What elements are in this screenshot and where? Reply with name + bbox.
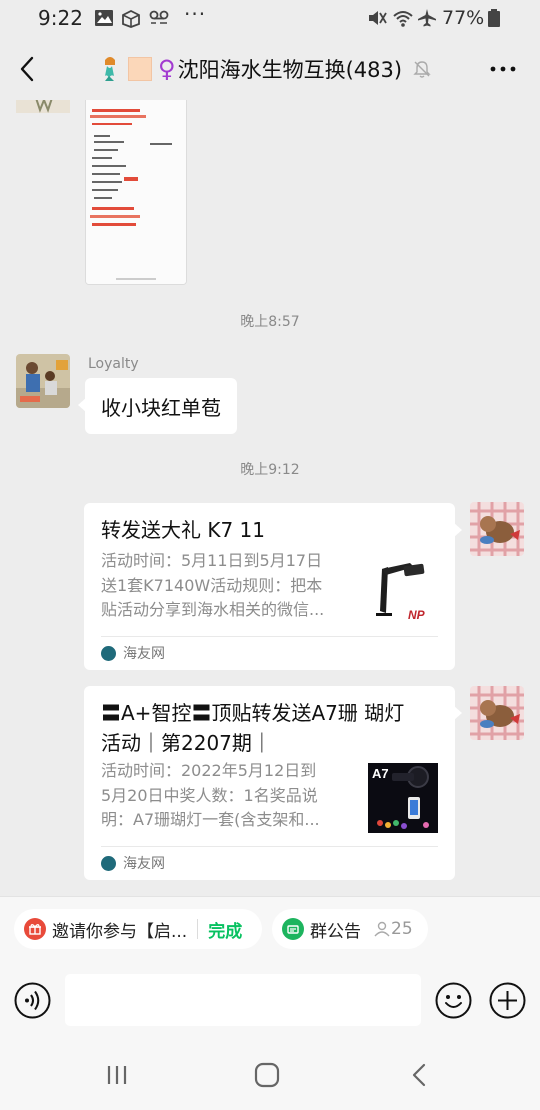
announcement-glyph: [287, 925, 299, 934]
system-navigation-bar: [0, 1040, 540, 1110]
invite-pill[interactable]: 邀请你参与【启... 完成: [14, 909, 262, 949]
peach-square-emoji-icon: [128, 57, 152, 81]
venus-icon: ♀: [158, 55, 176, 83]
card-title: 转发送大礼 K7 11: [101, 518, 266, 542]
airplane-icon: [418, 9, 436, 27]
card-description: 活动时间：5月11日到5月17日 送1套K7140W活动规则：把本 贴活动分享到…: [101, 549, 359, 624]
avatar-image: [16, 100, 70, 113]
card-divider: [101, 636, 438, 637]
card-description: 活动时间：2022年5月12日到 5月20日中奖人数：1名奖品说 明：A7珊瑚灯…: [101, 759, 359, 834]
card-desc-line: 贴活动分享到海水相关的微信...: [101, 600, 325, 619]
member-count: 25: [373, 919, 413, 939]
image-message[interactable]: [85, 100, 187, 285]
avatar[interactable]: [16, 100, 70, 113]
sender-name: Loyalty: [88, 356, 139, 372]
thumb-label: A7: [372, 766, 389, 781]
card-thumbnail: NP: [368, 555, 438, 625]
battery-icon: [488, 9, 500, 27]
status-more: ···: [184, 2, 207, 26]
card-desc-line: 活动时间：2022年5月12日到: [101, 761, 317, 780]
haiyou-logo-icon: [101, 855, 116, 871]
card-desc-line: 明：A7珊瑚灯一套(含支架和...: [101, 810, 320, 829]
package-icon: [122, 9, 140, 28]
card-thumbnail: A7: [368, 763, 438, 833]
quick-actions-bar: 邀请你参与【启... 完成 群公告 25: [0, 896, 540, 960]
screenshot-thumbnail: [86, 100, 186, 284]
mute-icon: [369, 11, 387, 25]
gift-icon: [24, 918, 46, 940]
complete-button[interactable]: 完成: [208, 917, 242, 942]
coral-lamp-image: A7: [368, 763, 438, 833]
avatar-self[interactable]: [470, 502, 524, 556]
avatar-image: [470, 502, 524, 556]
card-source-name: 海友网: [123, 646, 165, 662]
person-icon: [374, 921, 390, 937]
mermaid-emoji-icon: [105, 57, 115, 81]
emoji-button[interactable]: [435, 982, 472, 1019]
status-time: 9:22: [38, 6, 83, 30]
aquarium-lamp-image: NP: [368, 555, 438, 625]
input-bar: [0, 960, 540, 1040]
chat-messages[interactable]: 晚上8:57 Loyalty 收小块红单苞 晚上9:12 转发送大礼 K7 11…: [0, 100, 540, 896]
card-desc-line: 5月20日中奖人数：1名奖品说: [101, 785, 318, 805]
svg-text:NP: NP: [408, 608, 426, 622]
chat-title: 沈阳海水生物互换(483): [177, 58, 403, 82]
status-bar: 9:22 ··· 77%: [0, 0, 540, 38]
chat-header: ♀ 沈阳海水生物互换(483): [0, 38, 540, 100]
text-message: 收小块红单苞: [101, 395, 221, 420]
gift-glyph: [29, 924, 41, 935]
avatar-image: [470, 686, 524, 740]
member-count-value: 25: [391, 919, 413, 939]
message-timestamp: 晚上9:12: [240, 462, 300, 478]
card-title-line: 活动｜第2207期｜: [101, 731, 272, 755]
voicemail-icon: [149, 10, 169, 24]
card-source-name: 海友网: [123, 856, 165, 872]
message-timestamp: 晚上8:57: [240, 314, 300, 330]
haiyou-logo-icon: [101, 645, 116, 661]
text-message-bubble[interactable]: 收小块红单苞: [78, 378, 237, 434]
card-divider: [101, 846, 438, 847]
card-source: 海友网: [101, 853, 165, 873]
card-desc-line: 送1套K7140W活动规则：把本: [101, 575, 323, 595]
announcement-icon: [282, 918, 304, 940]
card-title: 〓A+智控〓顶贴转发送A7珊 瑚灯 活动｜第2207期｜: [101, 698, 441, 758]
home-icon[interactable]: [252, 1060, 282, 1090]
avatar-self[interactable]: [470, 686, 524, 740]
card-desc-line: 活动时间：5月11日到5月17日: [101, 551, 323, 570]
gallery-icon: [95, 10, 113, 26]
voice-button[interactable]: [14, 982, 51, 1019]
announcement-pill[interactable]: 群公告 25: [272, 909, 428, 949]
recent-apps-icon[interactable]: [102, 1060, 132, 1090]
chat-title-group[interactable]: ♀ 沈阳海水生物互换(483): [100, 52, 432, 86]
back-button[interactable]: [12, 52, 44, 86]
card-source: 海友网: [101, 643, 165, 663]
card-title-line: 〓A+智控〓顶贴转发送A7珊 瑚灯: [101, 701, 405, 725]
avatar-image: [16, 354, 70, 408]
pill-divider: [197, 919, 199, 939]
message-input[interactable]: [65, 974, 421, 1026]
invite-text: 邀请你参与【启...: [52, 921, 188, 942]
avatar-loyalty[interactable]: [16, 354, 70, 408]
link-card-1[interactable]: 转发送大礼 K7 11 活动时间：5月11日到5月17日 送1套K7140W活动…: [84, 503, 462, 670]
muted-bell-icon: [413, 61, 431, 78]
plus-button[interactable]: [489, 982, 526, 1019]
link-card-2[interactable]: 〓A+智控〓顶贴转发送A7珊 瑚灯 活动｜第2207期｜ 活动时间：2022年5…: [84, 686, 462, 880]
system-back-icon[interactable]: [405, 1060, 435, 1090]
more-options-button[interactable]: [488, 52, 518, 86]
announcement-label: 群公告: [310, 921, 361, 942]
wifi-icon: [393, 11, 413, 27]
battery-percent: 77%: [442, 7, 485, 29]
